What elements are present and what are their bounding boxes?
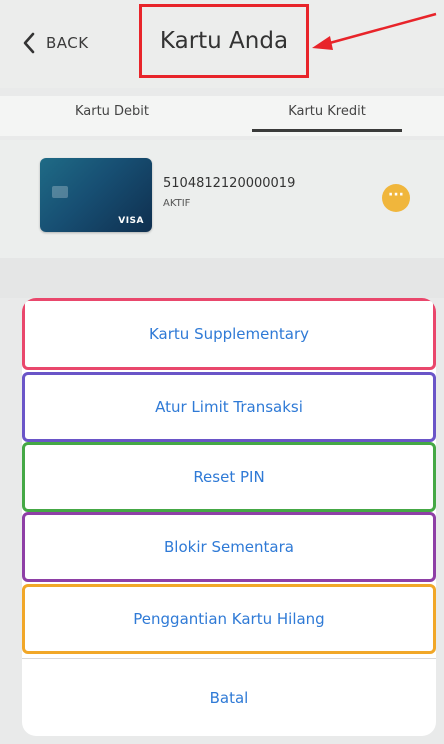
card-list-item[interactable]: VISA 5104812120000019 AKTIF ···: [0, 140, 444, 258]
kartu-supplementary-option[interactable]: Kartu Supplementary: [22, 298, 436, 370]
visa-logo: VISA: [118, 216, 144, 226]
batal-button[interactable]: Batal: [22, 659, 436, 736]
divider-band: [0, 258, 444, 298]
page-title: Kartu Anda: [159, 28, 289, 54]
more-icon: ···: [388, 187, 404, 203]
card-status: AKTIF: [163, 198, 191, 209]
blokir-sementara-option[interactable]: Blokir Sementara: [22, 512, 436, 582]
tab-kartu-kredit[interactable]: Kartu Kredit: [252, 104, 402, 119]
chevron-left-icon: [23, 32, 35, 54]
title-annotation-box: Kartu Anda: [139, 4, 309, 78]
tab-kartu-debit[interactable]: Kartu Debit: [52, 104, 172, 119]
active-tab-indicator: [252, 129, 402, 132]
card-image: VISA: [40, 158, 152, 232]
header: BACK Kartu Anda: [0, 0, 444, 88]
card-chip-icon: [52, 186, 68, 198]
back-label: BACK: [46, 34, 89, 52]
app-screen: BACK Kartu Anda Kartu Debit Kartu Kredit…: [0, 0, 444, 744]
more-options-button[interactable]: ···: [382, 184, 410, 212]
card-type-tabs: Kartu Debit Kartu Kredit: [0, 96, 444, 136]
penggantian-kartu-hilang-option[interactable]: Penggantian Kartu Hilang: [22, 584, 436, 654]
card-number: 5104812120000019: [163, 176, 296, 191]
atur-limit-transaksi-option[interactable]: Atur Limit Transaksi: [22, 372, 436, 442]
action-sheet: Kartu Supplementary Atur Limit Transaksi…: [22, 298, 436, 736]
back-button[interactable]: BACK: [22, 28, 89, 58]
reset-pin-option[interactable]: Reset PIN: [22, 442, 436, 512]
